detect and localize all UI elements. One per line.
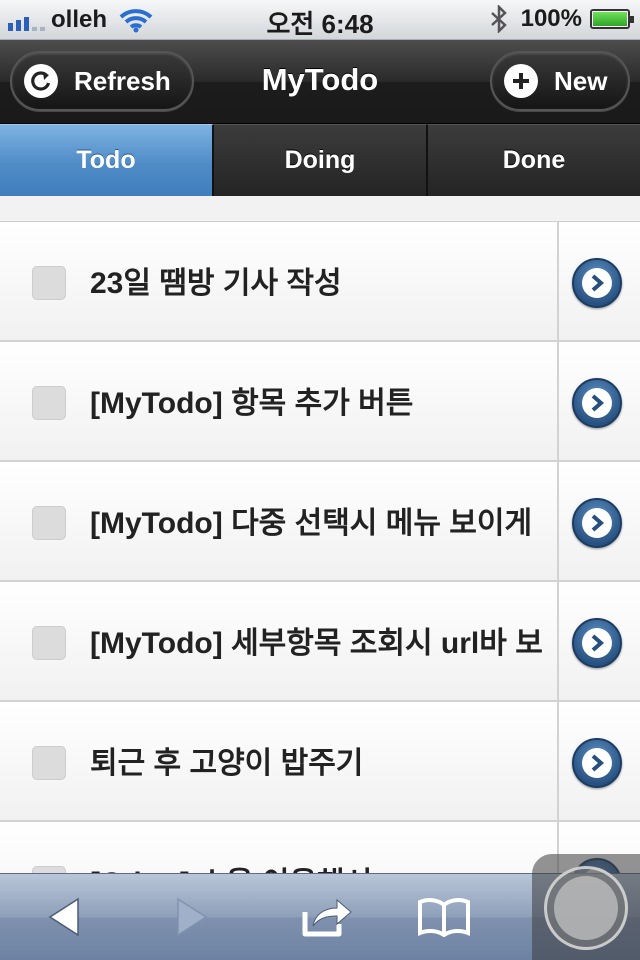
chevron-right-icon: [582, 508, 612, 538]
pages-icon: [544, 866, 628, 950]
browser-toolbar: [0, 854, 640, 960]
plus-icon: [504, 64, 538, 98]
list-item[interactable]: [MyTodo] 다중 선택시 메뉴 보이게: [0, 462, 640, 582]
chevron-right-icon: [582, 388, 612, 418]
refresh-button[interactable]: Refresh: [10, 51, 194, 111]
battery-percent: 100%: [520, 5, 582, 32]
tab-done[interactable]: Done: [428, 124, 640, 196]
share-button[interactable]: [296, 892, 356, 942]
battery-icon: [590, 9, 634, 29]
forward-button[interactable]: [162, 892, 222, 942]
bookmarks-button[interactable]: [414, 892, 474, 942]
row-divider: [557, 342, 559, 460]
chevron-right-icon: [582, 748, 612, 778]
refresh-label: Refresh: [74, 65, 171, 96]
item-title: 23일 땜방 기사 작성: [90, 267, 342, 300]
share-icon: [302, 898, 352, 937]
segmented-tabs: Todo Doing Done: [0, 124, 640, 196]
item-checkbox[interactable]: [32, 626, 66, 660]
row-divider: [557, 222, 559, 340]
tab-doing[interactable]: Doing: [214, 124, 428, 196]
page-title: MyTodo: [261, 62, 379, 97]
item-title: [MyTodo] 항목 추가 버튼: [90, 387, 414, 420]
bluetooth-icon: [490, 5, 507, 33]
forward-arrow-icon: [177, 897, 208, 937]
list-item[interactable]: 퇴근 후 고양이 밥주기: [0, 702, 640, 822]
item-checkbox[interactable]: [32, 746, 66, 780]
detail-disclosure-button[interactable]: [572, 738, 622, 788]
new-button[interactable]: New: [490, 51, 630, 111]
pages-button[interactable]: [532, 854, 640, 960]
refresh-icon: [24, 64, 58, 98]
list-item[interactable]: [MyTodo] 세부항목 조회시 url바 보: [0, 582, 640, 702]
item-checkbox[interactable]: [32, 506, 66, 540]
detail-disclosure-button[interactable]: [572, 498, 622, 548]
todo-list[interactable]: 23일 땜방 기사 작성 [MyTodo] 항목 추가 버튼 [MyTodo] …: [0, 196, 640, 873]
back-arrow-icon: [48, 897, 79, 937]
item-title: 퇴근 후 고양이 밥주기: [90, 747, 364, 780]
list-item[interactable]: 23일 땜방 기사 작성: [0, 222, 640, 342]
detail-disclosure-button[interactable]: [572, 618, 622, 668]
chevron-right-icon: [582, 268, 612, 298]
item-title: [MyTodo] 세부항목 조회시 url바 보: [90, 627, 543, 660]
row-divider: [557, 462, 559, 580]
tab-todo[interactable]: Todo: [0, 124, 214, 196]
item-checkbox[interactable]: [32, 266, 66, 300]
detail-disclosure-button[interactable]: [572, 378, 622, 428]
item-checkbox[interactable]: [32, 866, 66, 873]
status-bar: olleh 오전 6:48 100%: [0, 0, 640, 40]
list-header-spacer: [0, 196, 640, 222]
row-divider: [557, 582, 559, 700]
list-item[interactable]: [MyTodo] 항목 추가 버튼: [0, 342, 640, 462]
bookmarks-icon: [418, 898, 470, 937]
item-title: [Other] 소울 이용해서: [90, 862, 550, 873]
navigation-bar: Refresh MyTodo New: [0, 40, 640, 124]
back-button[interactable]: [34, 892, 94, 942]
status-right: 100%: [489, 5, 634, 33]
item-title: [MyTodo] 다중 선택시 메뉴 보이게: [90, 507, 533, 540]
detail-disclosure-button[interactable]: [572, 258, 622, 308]
chevron-right-icon: [582, 628, 612, 658]
new-label: New: [554, 65, 608, 96]
item-checkbox[interactable]: [32, 386, 66, 420]
row-divider: [557, 702, 559, 820]
